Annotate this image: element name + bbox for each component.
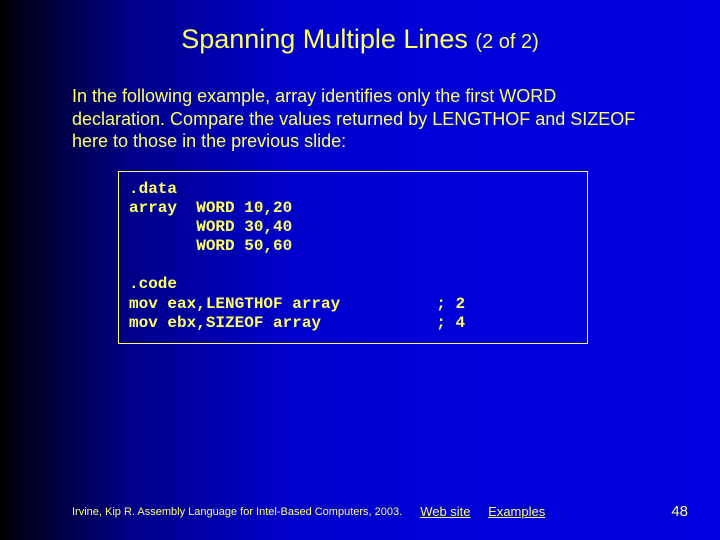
body-paragraph: In the following example, array identifi…	[72, 85, 648, 153]
examples-link[interactable]: Examples	[488, 504, 545, 519]
title-sub: (2 of 2)	[475, 31, 538, 53]
slide-title: Spanning Multiple Lines (2 of 2)	[0, 0, 720, 55]
footer-citation: Irvine, Kip R. Assembly Language for Int…	[72, 506, 402, 518]
page-number: 48	[671, 503, 688, 520]
code-block: .data array WORD 10,20 WORD 30,40 WORD 5…	[118, 171, 588, 345]
footer: Irvine, Kip R. Assembly Language for Int…	[0, 503, 720, 520]
title-main: Spanning Multiple Lines	[181, 24, 468, 54]
footer-links: Web site Examples	[420, 504, 559, 519]
web-site-link[interactable]: Web site	[420, 504, 470, 519]
